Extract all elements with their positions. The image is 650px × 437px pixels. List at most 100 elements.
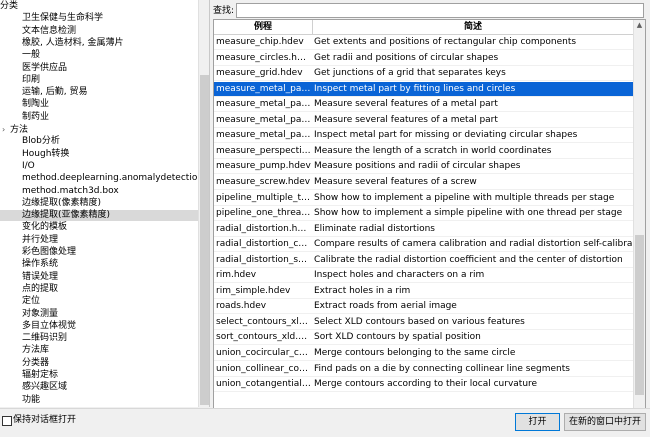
tree-item-label: 橡胶, 人造材料, 金属薄片	[22, 37, 124, 48]
tree-item-label: 辐射定标	[22, 370, 59, 380]
tree-item-label: 定位	[22, 296, 41, 307]
tree-item-label: 错误处理	[22, 271, 59, 282]
routine-cell: measure_metal_part_ext...	[216, 99, 311, 110]
tree-item-label: 制陶业	[22, 99, 50, 110]
table-row[interactable]: union_collinear_contour...Find pads on a…	[214, 362, 633, 377]
column-header-routine[interactable]: 例程	[214, 20, 313, 34]
tree-scrollbar-thumb[interactable]	[200, 75, 209, 405]
routine-cell: measure_perspective_sc...	[216, 145, 311, 156]
tree-item[interactable]: 对象测量	[22, 309, 58, 320]
table-row[interactable]: pipeline_multiple_thread...Show how to i…	[214, 191, 633, 206]
routine-cell: select_contours_xld.hdev	[216, 316, 311, 327]
tree-item[interactable]: 制药业	[22, 112, 49, 123]
open-button[interactable]: 打开	[515, 413, 560, 431]
tree-item[interactable]: 感兴趣区域	[22, 382, 67, 393]
tree-item-label: method.match3d.box	[22, 185, 119, 196]
table-row[interactable]: rim_simple.hdev Extract holes in a rim	[214, 284, 633, 299]
routine-cell: measure_pump.hdev	[216, 161, 311, 172]
search-label: 查找:	[213, 6, 235, 16]
tree-item[interactable]: 分类器	[22, 358, 49, 369]
keep-open-checkbox[interactable]	[2, 416, 12, 426]
tree-item[interactable]: 文本信息检测	[22, 26, 76, 37]
table-row[interactable]: rim.hdev Inspect holes and characters on …	[214, 268, 633, 284]
tree-item-label: 多目立体视觉	[22, 320, 77, 331]
tree-item-label: 点的提取	[22, 283, 59, 294]
description-cell: Get extents and positions of rectangular…	[314, 37, 577, 47]
tree-item[interactable]: 一般	[22, 50, 40, 61]
table-row[interactable]: select_contours_xld.hdevSelect XLD conto…	[214, 315, 633, 330]
tree-item[interactable]: method.match3d.box	[22, 186, 119, 197]
tree-item-label: 一般	[22, 50, 41, 61]
table-row[interactable]: pipeline_one_thread_pe...Show how to imp…	[214, 206, 633, 222]
table-scrollbar-thumb[interactable]	[635, 235, 644, 395]
tree-item[interactable]: 二维码识别	[22, 333, 67, 344]
routine-cell: union_cocircular_contou...	[216, 348, 311, 358]
tree-item[interactable]: I/O	[22, 161, 35, 172]
description-cell: Compare results of camera calibration an…	[314, 239, 632, 250]
tree-item[interactable]: 卫生保健与生命科学	[22, 13, 103, 24]
table-row[interactable]: union_cocircular_contou...Merge contours…	[214, 346, 633, 361]
tree-item[interactable]: 分类	[0, 1, 18, 12]
routine-cell: radial_distortion_self_cal...	[216, 254, 311, 265]
table-row[interactable]: measure_metal_part.hdevInspect metal par…	[214, 81, 633, 97]
tree-item[interactable]: 定位	[22, 296, 40, 307]
scroll-up-arrow-icon[interactable]: ▲	[634, 20, 645, 30]
table-row[interactable]: measure_metal_part_firs...Measure severa…	[214, 113, 633, 128]
tree-item[interactable]: 橡胶, 人造材料, 金属薄片	[22, 38, 123, 49]
tree-item[interactable]: 点的提取	[22, 284, 58, 295]
tree-item[interactable]: 彩色图像处理	[22, 247, 76, 258]
table-row[interactable]: measure_circles.hdev Get radii and positi…	[214, 51, 633, 66]
routine-cell: pipeline_one_thread_pe...	[216, 208, 311, 219]
tree-item[interactable]: Blob分析	[22, 136, 60, 147]
tree-item[interactable]: 辐射定标	[22, 370, 58, 381]
table-row[interactable]: measure_perspective_sc...Measure the len…	[214, 144, 633, 159]
tree-item[interactable]: 印刷	[22, 75, 40, 86]
search-input[interactable]	[236, 3, 644, 18]
tree-item-label: 运输, 后勤, 贸易	[22, 87, 88, 98]
routine-cell: sort_contours_xld.hdev	[216, 332, 311, 343]
tree-item[interactable]: method.deeplearning.anomalydetection	[22, 173, 203, 184]
table-row[interactable]: measure_pump.hdev Measure positions and r…	[214, 159, 633, 175]
tree-item[interactable]: › 方法	[2, 124, 28, 135]
tree-item[interactable]: 制陶业	[22, 99, 49, 110]
table-row[interactable]: measure_chip.hdev Get extents and positio…	[214, 35, 633, 50]
routine-cell: measure_metal_part.hdev	[216, 83, 311, 94]
table-row[interactable]: measure_metal_part_ext...Measure several…	[214, 97, 633, 113]
column-header-description[interactable]: 简述	[313, 20, 633, 34]
table-row[interactable]: measure_metal_part_id....Inspect metal p…	[214, 128, 633, 144]
tree-scrollbar[interactable]	[198, 0, 209, 407]
table-row[interactable]: roads.hdev Extract roads from aerial imag…	[214, 299, 633, 315]
tree-item[interactable]: 变化的模板	[22, 222, 67, 233]
open-in-new-window-button[interactable]: 在新的窗口中打开	[564, 413, 646, 431]
tree-item-label: 对象测量	[22, 308, 59, 319]
table-row[interactable]: radial_distortion_self_cal...Calibrate t…	[214, 253, 633, 268]
expand-chevron-icon[interactable]: ›	[2, 124, 10, 135]
tree-item[interactable]: 边缘提取(像素精度)	[22, 198, 101, 209]
table-row[interactable]: measure_grid.hdev Get junctions of a grid…	[214, 66, 633, 82]
table-row[interactable]: sort_contours_xld.hdev Sort XLD contours …	[214, 330, 633, 346]
tree-item-label: 功能	[22, 394, 41, 405]
tree-item[interactable]: 并行处理	[22, 235, 58, 246]
tree-item[interactable]: Hough转换	[22, 149, 69, 160]
tree-item[interactable]: 方法库	[22, 345, 49, 356]
table-scrollbar[interactable]: ▲	[633, 20, 645, 408]
table-row[interactable]: radial_distortion.hdev Eliminate radial d…	[214, 222, 633, 237]
tree-item-label: 分类	[0, 1, 19, 11]
tree-item[interactable]: 功能	[22, 395, 40, 406]
table-row[interactable]: measure_screw.hdev Measure several featur…	[214, 175, 633, 190]
description-cell: Measure several features of a metal part	[314, 99, 498, 110]
tree-item-label: 医学供应品	[22, 62, 68, 73]
description-cell: Merge contours belonging to the same cir…	[314, 348, 516, 358]
table-row[interactable]: union_cotangential_cont...Merge contours…	[214, 377, 633, 393]
routine-cell: measure_screw.hdev	[216, 176, 311, 187]
category-tree[interactable]: 分类 卫生保健与生命科学 文本信息检测 橡胶, 人造材料, 金属薄片 一般医学供应品 印刷…	[0, 0, 210, 407]
routine-cell: rim.hdev	[216, 270, 257, 281]
tree-item[interactable]: 多目立体视觉	[22, 321, 76, 332]
tree-item[interactable]: 运输, 后勤, 贸易	[22, 87, 87, 98]
tree-item[interactable]: 错误处理	[22, 272, 58, 283]
tree-item[interactable]: 操作系统	[22, 259, 58, 270]
table-row[interactable]: radial_distortion_compa...Compare result…	[214, 237, 633, 253]
tree-item[interactable]: 医学供应品	[22, 63, 67, 74]
routine-cell: rim_simple.hdev	[216, 285, 291, 296]
tree-item[interactable]: 边缘提取(亚像素精度)	[0, 210, 209, 222]
